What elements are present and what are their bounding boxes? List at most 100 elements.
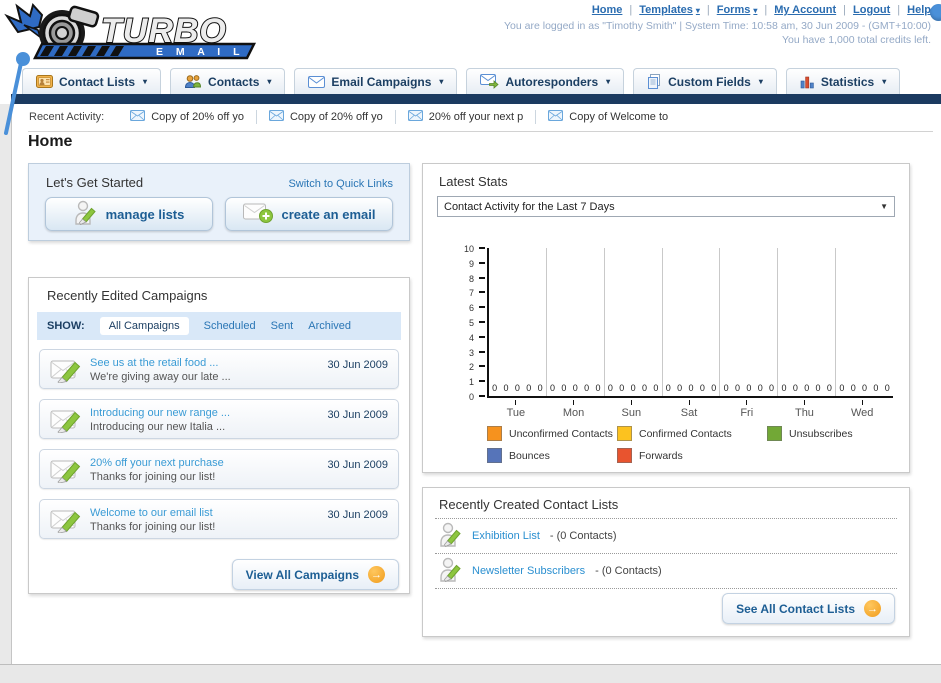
nav-link-my-account[interactable]: My Account [774, 4, 836, 16]
value-label: 0 [734, 383, 740, 393]
campaign-date: 30 Jun 2009 [327, 509, 388, 521]
recent-activity-item-2[interactable]: 20% off your next p [394, 110, 536, 124]
top-nav: Home | Templates ▾ | Forms ▾ | My Account | Logout… [504, 4, 931, 16]
x-axis-tick [515, 400, 517, 405]
tab-statistics[interactable]: Statistics ▾ [785, 68, 901, 94]
nav-link-help[interactable]: Help [907, 4, 931, 16]
stats-period-select[interactable]: Contact Activity for the Last 7 Days ▼ [437, 196, 895, 217]
contact-lists-list: Exhibition List - (0 Contacts) Newsletter … [423, 519, 909, 589]
legend-label: Unconfirmed Contacts [509, 427, 613, 440]
campaign-title-link[interactable]: 20% off your next purchase [90, 457, 224, 469]
chart-day-group-thu: 00000 [778, 248, 837, 396]
y-axis-tick [479, 291, 485, 294]
tab-email-campaigns[interactable]: Email Campaigns ▾ [294, 68, 458, 94]
x-axis-label-wed: Wed [833, 400, 891, 419]
contact-list-link[interactable]: Newsletter Subscribers [472, 565, 585, 577]
filter-sent[interactable]: Sent [271, 320, 294, 332]
nav-link-home[interactable]: Home [592, 4, 623, 16]
campaign-row-1[interactable]: Introducing our new range ... Introducing… [39, 399, 399, 439]
get-started-panel: Let's Get Started Switch to Quick Links … [28, 163, 410, 241]
value-label: 0 [607, 383, 613, 393]
campaign-row-2[interactable]: 20% off your next purchase Thanks for joi… [39, 449, 399, 489]
contacts-icon [184, 74, 202, 89]
nav-link-label: Logout [853, 4, 891, 16]
nav-link-logout[interactable]: Logout [853, 4, 890, 16]
nav-link-forms[interactable]: Forms ▾ [717, 4, 758, 16]
y-axis-tick-label: 8 [468, 273, 474, 284]
campaign-title-link[interactable]: Welcome to our email list [90, 507, 213, 519]
nav-link-label: My Account [774, 4, 837, 16]
value-label: 0 [665, 383, 671, 393]
y-axis-tick [479, 380, 485, 383]
logo-subtitle-text: E M A I L [156, 46, 245, 58]
contact-list-detail: - (0 Contacts) [549, 530, 617, 542]
contact-list-row-1[interactable]: Newsletter Subscribers - (0 Contacts) [423, 554, 909, 588]
value-label: 0 [492, 383, 498, 393]
filter-scheduled[interactable]: Scheduled [204, 320, 256, 332]
y-axis-tick-label: 3 [468, 347, 474, 358]
envelope-pencil-icon [50, 506, 90, 533]
see-all-contact-lists-button[interactable]: See All Contact Lists → [722, 593, 895, 624]
show-label: SHOW: [47, 320, 85, 332]
campaign-text: See us at the retail food ... We're givin… [90, 355, 327, 384]
contact-list-link[interactable]: Exhibition List [472, 530, 540, 542]
tab-autoresponders[interactable]: Autoresponders ▾ [466, 68, 625, 94]
recent-campaigns-title: Recently Edited Campaigns [47, 288, 208, 303]
nav-link-templates[interactable]: Templates ▾ [639, 4, 700, 16]
chevron-down-icon: ▼ [880, 202, 888, 211]
campaign-subtitle: We're giving away our late ... [90, 370, 231, 383]
view-all-campaigns-button[interactable]: View All Campaigns → [231, 559, 399, 590]
tab-custom-fields[interactable]: Custom Fields ▾ [633, 68, 777, 94]
stats-period-value: Contact Activity for the Last 7 Days [444, 200, 615, 213]
y-axis-tick-label: 5 [468, 318, 474, 328]
turbo-email-dashboard: { "colors": { "navy": "#1b3a60", "link_b… [0, 0, 941, 683]
switch-quick-links[interactable]: Switch to Quick Links [288, 178, 393, 190]
tab-contacts[interactable]: Contacts ▾ [170, 68, 286, 94]
page-left-margin [0, 104, 12, 683]
recent-campaigns-panel: Recently Edited Campaigns SHOW: All Camp… [28, 277, 410, 594]
campaign-row-0[interactable]: See us at the retail food ... We're givin… [39, 349, 399, 389]
value-label: 0 [873, 383, 879, 393]
person-pencil-icon [439, 557, 462, 586]
recent-activity-item-1[interactable]: Copy of 20% off yo [255, 110, 395, 124]
recent-activity-item-3[interactable]: Copy of Welcome to [535, 110, 680, 124]
y-axis-tick [479, 395, 485, 397]
recent-activity-label: Recent Activity: [29, 111, 105, 123]
value-label: 0 [514, 383, 520, 393]
value-label: 0 [804, 383, 810, 393]
value-label: 0 [746, 383, 752, 393]
tab-contact-lists[interactable]: Contact Lists ▾ [22, 68, 162, 94]
chart-day-group-tue: 00000 [489, 248, 547, 396]
recent-activity-item-label: Copy of Welcome to [569, 111, 669, 123]
help-bubble-icon[interactable] [930, 4, 941, 21]
filter-all-campaigns[interactable]: All Campaigns [99, 317, 189, 335]
y-axis-tick-label: 6 [468, 303, 474, 314]
legend-swatch [487, 426, 502, 441]
latest-stats-panel: Latest Stats Contact Activity for the La… [422, 163, 910, 473]
y-axis-tick [479, 365, 485, 368]
campaign-subtitle: Introducing our new Italia ... [90, 420, 226, 433]
value-label: 0 [630, 383, 636, 393]
statistics-icon [800, 75, 815, 89]
recent-activity-item-label: 20% off your next p [428, 111, 524, 123]
autoresponder-icon [480, 74, 500, 89]
campaign-row-3[interactable]: Welcome to our email list Thanks for join… [39, 499, 399, 539]
tab-label: Custom Fields [668, 74, 751, 89]
campaign-title-link[interactable]: See us at the retail food ... [90, 357, 218, 369]
filter-archived[interactable]: Archived [308, 320, 351, 332]
campaign-title-link[interactable]: Introducing our new range ... [90, 407, 230, 419]
create-email-button[interactable]: create an email [225, 197, 393, 231]
x-axis-label-text: Wed [850, 407, 874, 419]
y-axis-tick-label: 9 [468, 258, 474, 269]
legend-label: Forwards [639, 449, 683, 462]
contact-list-row-0[interactable]: Exhibition List - (0 Contacts) [423, 519, 909, 553]
manage-lists-button[interactable]: manage lists [45, 197, 213, 231]
chevron-down-icon: ▾ [439, 77, 444, 86]
chart-legend: Unconfirmed Contacts Confirmed Contacts Un… [487, 426, 853, 463]
manage-lists-label: manage lists [105, 206, 185, 222]
nav-separator: | [843, 4, 847, 16]
y-axis-tick [479, 247, 485, 249]
recent-activity-item-0[interactable]: Copy of 20% off yo [118, 110, 256, 124]
x-axis-tick [861, 400, 863, 405]
x-axis-tick [573, 400, 575, 405]
